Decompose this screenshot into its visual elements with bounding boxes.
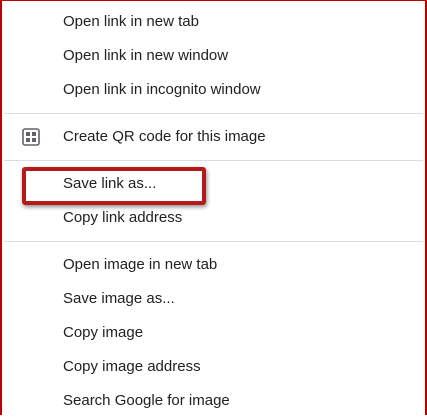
menu-item-label: Search Google for image (63, 392, 230, 409)
menu-item-create-qr-code[interactable]: Create QR code for this image (4, 120, 423, 154)
menu-item-save-link-as[interactable]: Save link as... (4, 167, 423, 201)
menu-item-label: Copy image (63, 324, 144, 341)
context-menu: Open link in new tab Open link in new wi… (4, 5, 423, 418)
menu-item-open-link-incognito[interactable]: Open link in incognito window (4, 73, 423, 107)
menu-item-label: Open image in new tab (63, 256, 218, 273)
menu-item-open-link-new-window[interactable]: Open link in new window (4, 39, 423, 73)
menu-item-label: Open link in incognito window (63, 81, 261, 98)
menu-item-label: Copy link address (63, 209, 183, 226)
menu-item-label: Open link in new window (63, 47, 229, 64)
menu-item-label: Save link as... (63, 175, 157, 192)
menu-item-label: Save image as... (63, 290, 175, 307)
menu-item-open-link-new-tab[interactable]: Open link in new tab (4, 5, 423, 39)
menu-item-label: Copy image address (63, 358, 201, 375)
menu-item-copy-link-address[interactable]: Copy link address (4, 201, 423, 235)
menu-separator (4, 160, 423, 161)
menu-item-copy-image-address[interactable]: Copy image address (4, 350, 423, 384)
menu-separator (4, 113, 423, 114)
menu-item-label: Open link in new tab (63, 13, 199, 30)
screenshot-frame: Open link in new tab Open link in new wi… (0, 0, 427, 415)
menu-item-copy-image[interactable]: Copy image (4, 316, 423, 350)
menu-separator (4, 241, 423, 242)
menu-item-search-google-image[interactable]: Search Google for image (4, 384, 423, 418)
menu-item-save-image-as[interactable]: Save image as... (4, 282, 423, 316)
qr-code-icon (22, 128, 40, 146)
menu-item-label: Create QR code for this image (63, 128, 266, 145)
menu-item-open-image-new-tab[interactable]: Open image in new tab (4, 248, 423, 282)
